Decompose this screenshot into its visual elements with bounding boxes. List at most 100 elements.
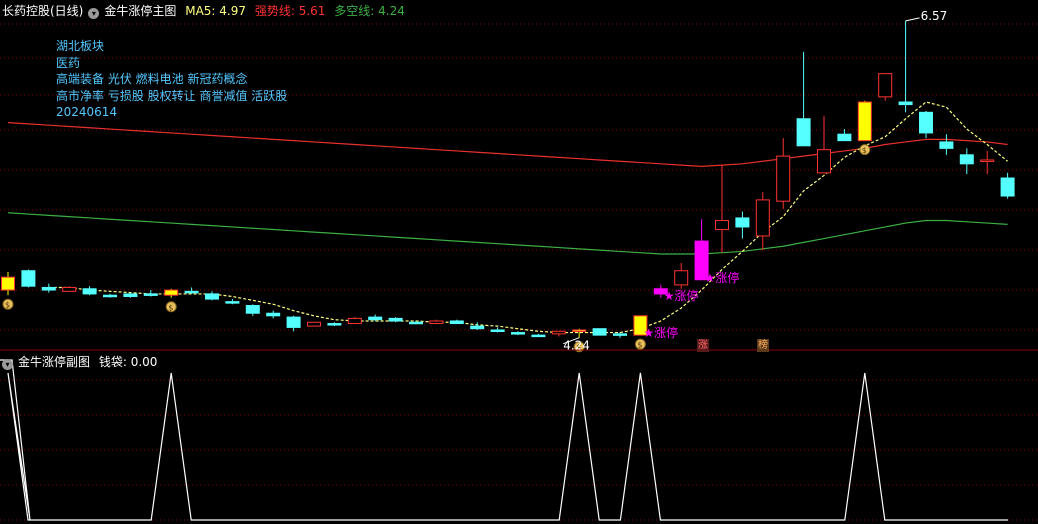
- candle-body: [143, 293, 158, 296]
- candle-body: [347, 317, 362, 325]
- candle-body: [511, 332, 525, 335]
- candle-body: [919, 111, 933, 134]
- candle: [1, 272, 15, 296]
- candle: [735, 211, 750, 239]
- candle-body: [817, 149, 831, 174]
- candle: [225, 299, 240, 305]
- indicator-lines: [7, 101, 1008, 334]
- candle-body: [572, 329, 587, 332]
- info-concepts: 高端装备 光伏 燃料电池 新冠药概念: [56, 72, 248, 86]
- candle: [245, 304, 260, 316]
- info-sector: 湖北板块: [56, 39, 105, 53]
- candle-body: [184, 290, 199, 294]
- candle: [837, 129, 852, 142]
- candle-body: [613, 333, 627, 336]
- candle: [551, 330, 566, 337]
- strong-value: 5.61: [298, 4, 326, 18]
- candle-body: [449, 320, 464, 325]
- candle-body: [755, 199, 770, 237]
- candle: [857, 100, 872, 142]
- candle: [939, 134, 954, 155]
- money-bag-glyph: $: [862, 146, 867, 155]
- limit-up-label: ★涨停: [705, 270, 740, 285]
- candle: [347, 317, 362, 325]
- candle: [286, 315, 301, 332]
- candle-body: [796, 118, 811, 147]
- candle-body: [898, 101, 913, 106]
- candle: [796, 51, 811, 147]
- candle-body: [82, 288, 97, 295]
- high-pointer: [905, 17, 920, 22]
- candle: [531, 333, 546, 338]
- candle-body: [857, 101, 872, 142]
- strong-line: [7, 122, 1008, 168]
- candle: [184, 287, 199, 294]
- candle: [164, 288, 179, 298]
- candle-body: [674, 270, 689, 286]
- badge-limit-up[interactable]: 涨: [697, 339, 709, 352]
- ma5-label: MA5:: [185, 4, 216, 18]
- candle-body: [490, 329, 505, 332]
- candle: [715, 165, 729, 253]
- candle-body: [266, 312, 281, 317]
- info-date: 20240614: [56, 105, 118, 119]
- candle-body: [123, 293, 138, 297]
- candle: [511, 331, 525, 336]
- ma5-value: 4.97: [219, 4, 247, 18]
- candle: [368, 314, 383, 321]
- low-price-label: 4.24: [563, 339, 590, 353]
- dropdown-icon[interactable]: ▾: [2, 359, 13, 370]
- sub-chart: [0, 359, 1008, 521]
- candle-body: [21, 270, 36, 287]
- candle-body: [225, 301, 240, 304]
- longshort-line: [7, 212, 1008, 255]
- main-header: 长药控股(日线) ▾ 金牛涨停主图 MA5: 4.97 强势线: 5.61 多空线:…: [2, 2, 410, 20]
- longshort-label: 多空线:: [334, 4, 375, 18]
- high-price-label: 6.57: [921, 9, 948, 23]
- candle: [959, 148, 974, 175]
- money-bag-signal-line: [0, 359, 1008, 521]
- candle-body: [429, 320, 444, 325]
- limit-up-label: ★涨停: [664, 288, 699, 303]
- candle: [21, 269, 36, 288]
- candle-body: [1, 276, 15, 291]
- money-label: 钱袋:: [98, 355, 127, 369]
- candle: [755, 192, 770, 251]
- candle-body: [41, 286, 56, 291]
- candle-body: [980, 159, 995, 162]
- strong-label: 强势线:: [254, 4, 295, 18]
- candle: [103, 293, 117, 298]
- candle: [592, 328, 607, 336]
- stock-info-panel: 湖北板块 医药 高端装备 光伏 燃料电池 新冠药概念 高市净率 亏损股 股权转让…: [56, 38, 287, 121]
- candle: [919, 111, 933, 139]
- badge-ranking[interactable]: 榜: [757, 339, 769, 352]
- candle-body: [715, 220, 729, 231]
- candle-body: [286, 316, 301, 328]
- candle-body: [551, 330, 566, 335]
- candle: [327, 322, 342, 327]
- candle: [429, 319, 444, 325]
- candle-body: [327, 323, 342, 326]
- money-value: 0.00: [130, 355, 158, 369]
- limit-up-label: ★涨停: [643, 325, 678, 340]
- candle-body: [735, 217, 750, 228]
- candle-body: [103, 294, 117, 298]
- candle: [205, 291, 219, 301]
- sub-indicator-name[interactable]: 金牛涨停副图: [18, 355, 90, 369]
- money-bag-glyph: $: [168, 303, 173, 312]
- indicator-name[interactable]: 金牛涨停主图: [104, 4, 176, 18]
- candle-body: [205, 293, 219, 300]
- candle-body: [62, 286, 77, 292]
- candle: [674, 263, 689, 289]
- candle-body: [531, 334, 546, 338]
- candle-body: [878, 73, 893, 98]
- sub-header: ▾ 金牛涨停副图 钱袋: 0.00: [2, 353, 162, 371]
- candle-body: [959, 154, 974, 165]
- candle-body: [592, 328, 607, 336]
- stock-title[interactable]: 长药控股(日线): [2, 4, 83, 18]
- candle-body: [939, 141, 954, 149]
- candle: [307, 321, 321, 327]
- dropdown-icon[interactable]: ▾: [88, 8, 100, 19]
- longshort-value: 4.24: [378, 4, 405, 18]
- candle: [572, 328, 587, 338]
